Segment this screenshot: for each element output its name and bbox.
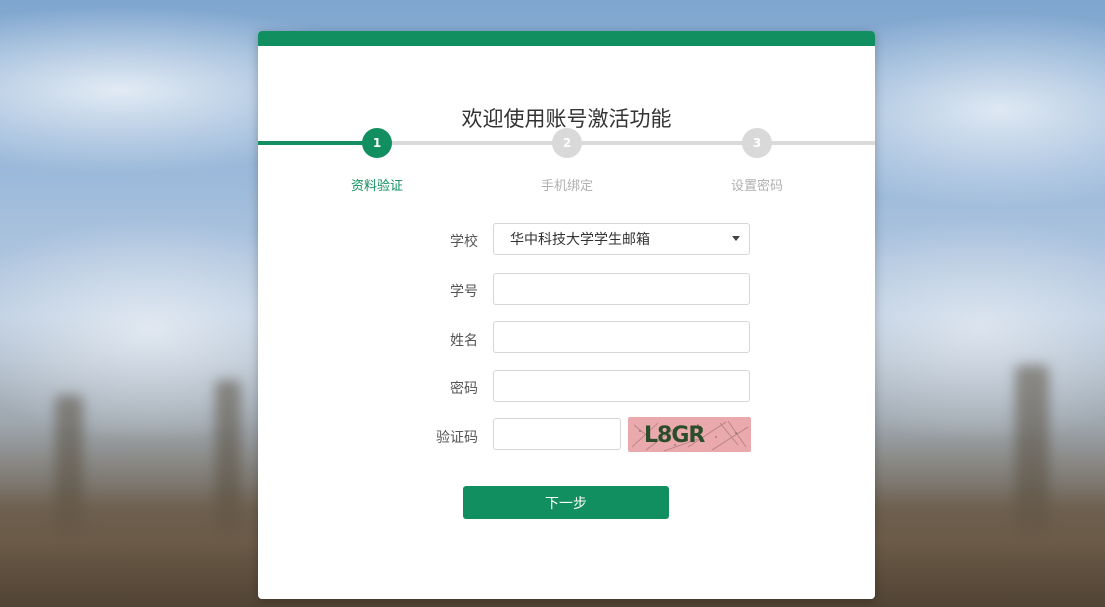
step-3-label: 设置密码	[730, 179, 783, 194]
school-selected-value: 华中科技大学学生邮箱	[510, 231, 650, 247]
step-1-label: 资料验证	[350, 179, 403, 194]
password-label: 密码	[450, 381, 478, 397]
password-input[interactable]	[493, 370, 750, 402]
card-top-accent-bar	[258, 31, 875, 46]
next-step-button[interactable]: 下一步	[463, 486, 669, 519]
step-2-label: 手机绑定	[540, 179, 593, 194]
captcha-text: L8GR	[644, 423, 705, 448]
name-label: 姓名	[450, 333, 478, 349]
student-id-label: 学号	[450, 284, 478, 300]
captcha-input[interactable]	[493, 418, 621, 450]
captcha-image[interactable]: L8GR	[628, 417, 751, 452]
step-progress-line-pending	[378, 141, 875, 145]
activation-card: 欢迎使用账号激活功能 1 2 3 资料验证 手机绑定 设置密码 学校 华中科技大…	[258, 31, 875, 599]
name-input[interactable]	[493, 321, 750, 353]
school-select[interactable]: 华中科技大学学生邮箱	[493, 223, 750, 255]
school-label: 学校	[450, 234, 478, 250]
step-2-circle: 2	[552, 128, 582, 158]
student-id-input[interactable]	[493, 273, 750, 305]
step-3-circle: 3	[742, 128, 772, 158]
step-progress-line-done	[258, 141, 378, 145]
step-1-circle: 1	[362, 128, 392, 158]
captcha-label: 验证码	[436, 430, 478, 446]
chevron-down-icon	[732, 236, 740, 241]
